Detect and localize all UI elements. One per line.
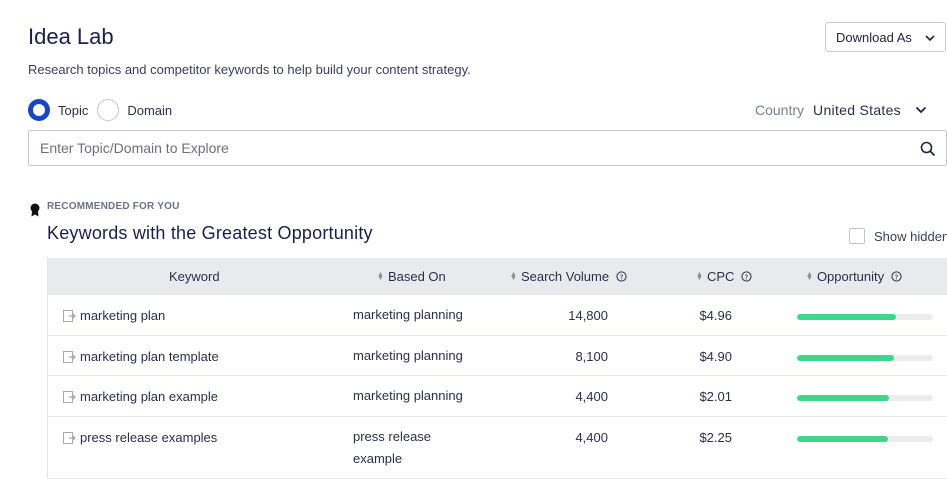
cpc-cell: $4.90: [699, 349, 732, 364]
sort-icon: ▲ ▼: [696, 270, 703, 282]
table-row: marketing plan template marketing planni…: [48, 336, 947, 376]
domain-radio[interactable]: [97, 99, 120, 121]
country-select[interactable]: Country United States: [755, 102, 927, 118]
sort-icon: ▲ ▼: [377, 270, 384, 282]
add-keyword-icon[interactable]: [63, 432, 76, 444]
opportunity-bar-fill: [797, 436, 889, 442]
show-hidden-label: Show hidden: [874, 228, 947, 244]
search-icon[interactable]: [920, 141, 936, 157]
domain-radio-label[interactable]: Domain: [127, 103, 172, 118]
search-volume-column-label: Search Volume: [520, 269, 610, 284]
opportunity-bar-fill: [797, 395, 890, 401]
svg-text:?: ?: [895, 272, 899, 281]
award-ribbon-icon: [30, 203, 40, 217]
country-label: Country: [755, 102, 805, 118]
show-hidden-toggle[interactable]: Show hidden: [849, 228, 947, 244]
keyword-cell[interactable]: marketing plan template: [80, 349, 219, 364]
table-header: Keyword ▲ ▼ Based On ▲ ▼ Search Volume ? ▲…: [48, 258, 947, 295]
keyword-cell[interactable]: press release examples: [80, 430, 217, 445]
search-volume-cell: 14,800: [568, 308, 608, 323]
svg-text:?: ?: [745, 272, 749, 281]
table-row: marketing plan marketing planning 14,800…: [48, 295, 947, 336]
add-keyword-icon[interactable]: [63, 310, 76, 322]
table-row: press release examples press release exa…: [48, 417, 947, 479]
opportunity-bar: [797, 436, 933, 442]
keyword-cell[interactable]: marketing plan: [80, 308, 165, 323]
column-header-cpc[interactable]: ▲ ▼ CPC ?: [696, 269, 752, 284]
sort-icon: ▲ ▼: [806, 270, 813, 282]
topic-radio[interactable]: [28, 99, 50, 121]
opportunity-bar: [797, 395, 933, 401]
keywords-table: Keyword ▲ ▼ Based On ▲ ▼ Search Volume ? ▲…: [47, 258, 947, 479]
search-mode-group: Topic Domain: [28, 99, 181, 121]
svg-text:?: ?: [620, 272, 624, 281]
download-as-button[interactable]: Download As: [825, 22, 946, 52]
based-on-cell: marketing planning: [353, 348, 463, 363]
table-row: marketing plan example marketing plannin…: [48, 376, 947, 417]
topic-radio-label[interactable]: Topic: [58, 103, 88, 118]
column-header-opportunity[interactable]: ▲ ▼ Opportunity ?: [806, 269, 902, 284]
add-keyword-icon[interactable]: [63, 351, 76, 363]
show-hidden-checkbox[interactable]: [849, 228, 865, 244]
opportunity-bar: [797, 314, 933, 320]
help-icon[interactable]: ?: [891, 271, 902, 282]
opportunity-bar-fill: [797, 355, 894, 361]
column-header-keyword[interactable]: Keyword: [169, 269, 220, 284]
cpc-cell: $2.01: [699, 389, 732, 404]
sort-icon: ▲ ▼: [510, 270, 517, 282]
opportunity-bar: [797, 355, 933, 361]
search-bar: [28, 130, 947, 166]
chevron-down-icon: [915, 106, 927, 114]
opportunity-bar-fill: [797, 314, 897, 320]
based-on-cell: marketing planning: [353, 307, 463, 322]
cpc-cell: $4.96: [699, 308, 732, 323]
keyword-cell[interactable]: marketing plan example: [80, 389, 218, 404]
based-on-cell: marketing planning: [353, 388, 463, 403]
add-keyword-icon[interactable]: [63, 391, 76, 403]
column-header-based-on[interactable]: ▲ ▼ Based On: [377, 269, 446, 284]
column-header-search-volume[interactable]: ▲ ▼ Search Volume ?: [510, 269, 627, 284]
country-value: United States: [813, 102, 901, 118]
section-title: Keywords with the Greatest Opportunity: [47, 223, 373, 243]
based-on-column-label: Based On: [387, 269, 446, 284]
page-title: Idea Lab: [28, 24, 114, 49]
based-on-cell: press release example: [353, 429, 432, 466]
recommended-eyebrow: RECOMMENDED FOR YOU: [47, 201, 180, 212]
cpc-column-label: CPC: [706, 269, 735, 284]
download-as-label: Download As: [836, 29, 912, 45]
opportunity-column-label: Opportunity: [816, 269, 885, 284]
chevron-down-icon: [925, 35, 935, 42]
help-icon[interactable]: ?: [741, 271, 752, 282]
search-volume-cell: 4,400: [575, 389, 608, 404]
search-input[interactable]: [29, 131, 889, 165]
help-icon[interactable]: ?: [616, 271, 627, 282]
keyword-column-label: Keyword: [169, 269, 220, 284]
page-subtitle: Research topics and competitor keywords …: [28, 62, 471, 77]
cpc-cell: $2.25: [699, 430, 732, 445]
search-volume-cell: 4,400: [575, 430, 608, 445]
search-volume-cell: 8,100: [575, 349, 608, 364]
